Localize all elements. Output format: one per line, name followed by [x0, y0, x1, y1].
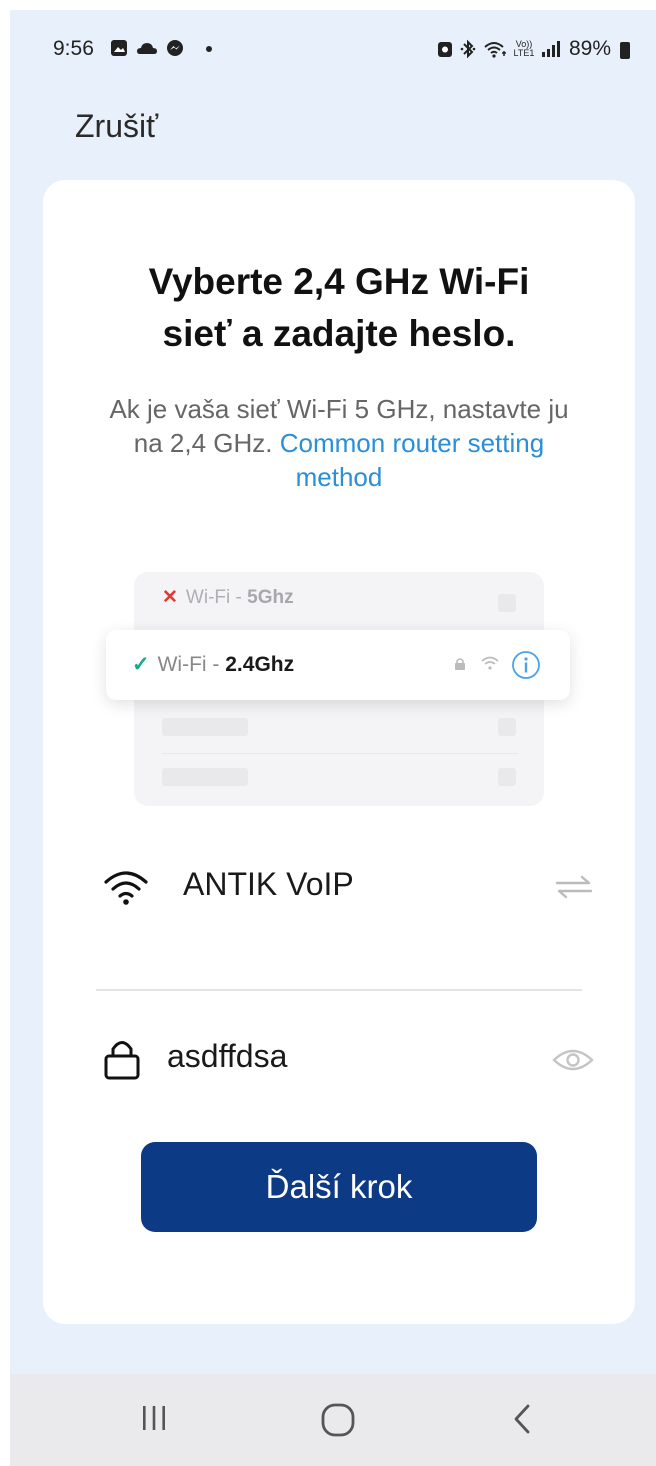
status-right: Vo)) LTE1 89%: [437, 37, 630, 61]
page-title: Vyberte 2,4 GHz Wi-Fi sieť a zadajte hes…: [43, 256, 635, 360]
field-divider: [96, 989, 582, 991]
lock-icon: [104, 1041, 140, 1080]
app-screen: 9:56 Vo)) LTE1 89% Zrušiť Vyberte 2,4 GH…: [10, 10, 656, 1466]
status-time: 9:56: [53, 37, 94, 60]
next-step-button[interactable]: Ďalší krok: [141, 1142, 537, 1232]
cloud-notification-icon: [137, 43, 157, 54]
more-notifications-dot-icon: [206, 46, 212, 52]
cancel-button[interactable]: Zrušiť: [75, 108, 158, 145]
lock-small-icon: [455, 658, 465, 670]
messenger-notification-icon: [167, 40, 183, 56]
wifi-icon: [484, 42, 506, 58]
ssid-value: ANTIK VoIP: [183, 866, 354, 902]
title-line-2: sieť a zadajte heslo.: [162, 313, 516, 354]
title-line-1: Vyberte 2,4 GHz Wi-Fi: [148, 261, 530, 302]
home-icon[interactable]: [320, 1402, 356, 1438]
signal-icon: [541, 41, 560, 57]
system-navigation-bar: [10, 1374, 656, 1466]
wifi-24ghz-row: ✓ Wi-Fi - 2.4Ghz: [106, 630, 570, 700]
nfc-icon: [437, 42, 452, 57]
check-icon: ✓: [132, 653, 150, 676]
gallery-notification-icon: [111, 40, 127, 56]
back-icon[interactable]: [510, 1402, 534, 1436]
wifi-icon: [104, 871, 148, 905]
placeholder-divider: [162, 753, 518, 754]
cross-icon: ✕: [162, 587, 178, 608]
show-password-eye-icon[interactable]: [551, 1046, 595, 1074]
password-value: asdffdsa: [167, 1038, 288, 1074]
ssid-field[interactable]: ANTIK VoIP: [43, 852, 635, 922]
wifi-24ghz-prefix: Wi-Fi -: [157, 653, 226, 676]
wifi-5ghz-row: ✕ Wi-Fi - 5Ghz: [162, 586, 294, 609]
bluetooth-icon: [460, 39, 476, 59]
wifi-small-icon: [481, 656, 499, 670]
wifi-5ghz-prefix: Wi-Fi -: [185, 587, 248, 608]
wifi-5ghz-band: 5Ghz: [247, 587, 294, 608]
status-bar: 9:56 Vo)) LTE1 89%: [10, 10, 656, 84]
placeholder-bar: [162, 718, 248, 736]
battery-percentage: 89%: [568, 37, 611, 60]
placeholder-bar: [162, 768, 248, 786]
recent-apps-icon[interactable]: [140, 1402, 168, 1434]
wifi-setup-card: Vyberte 2,4 GHz Wi-Fi sieť a zadajte hes…: [43, 180, 635, 1324]
router-setting-link[interactable]: Common router setting method: [280, 428, 544, 492]
wifi-24ghz-label: ✓ Wi-Fi - 2.4Ghz: [132, 652, 294, 677]
wifi-24ghz-band: 2.4Ghz: [225, 653, 295, 676]
switch-network-icon[interactable]: [555, 874, 593, 900]
battery-icon: [620, 41, 630, 59]
volte-indicator: Vo)) LTE1: [513, 39, 535, 58]
placeholder-square: [498, 718, 516, 736]
instruction-text: Ak je vaša sieť Wi-Fi 5 GHz, nastavte ju…: [103, 392, 575, 494]
info-icon: [512, 651, 540, 679]
password-field[interactable]: asdffdsa: [43, 1024, 635, 1094]
placeholder-square: [498, 768, 516, 786]
placeholder-square: [498, 594, 516, 612]
